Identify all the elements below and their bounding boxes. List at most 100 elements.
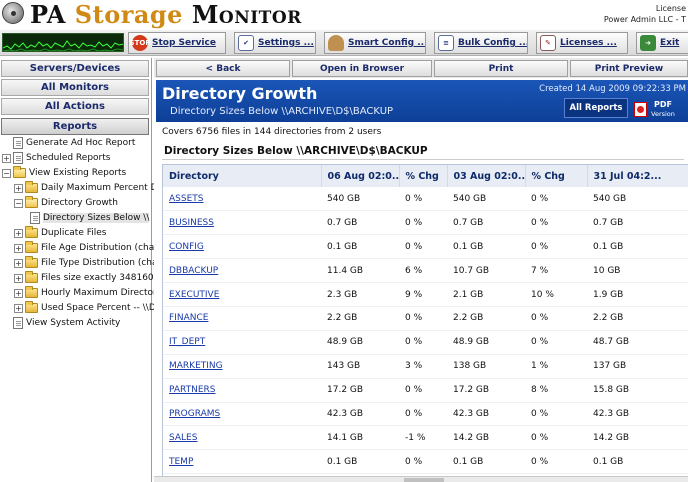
- tree-item-files-size-exactly[interactable]: + Files size exactly 348160, fi: [14, 271, 165, 285]
- nav-all-actions[interactable]: All Actions: [1, 98, 149, 115]
- directory-link[interactable]: PROGRAMS: [163, 402, 321, 427]
- table-cell: 0 %: [525, 210, 587, 236]
- directory-link[interactable]: CONFIG: [163, 234, 321, 260]
- tree-item-file-type-distribution[interactable]: + File Type Distribution (char: [14, 256, 161, 270]
- expand-toggle-icon[interactable]: +: [14, 258, 23, 268]
- expand-toggle-icon[interactable]: +: [2, 153, 11, 163]
- directory-link[interactable]: ASSETS: [163, 187, 321, 212]
- table-cell: 17.2 GB: [321, 378, 399, 403]
- pdf-version-label: PDF Version: [651, 100, 675, 119]
- print-preview-button[interactable]: Print Preview: [570, 60, 688, 77]
- expand-toggle-icon[interactable]: +: [14, 183, 23, 193]
- folder-icon: [25, 256, 38, 268]
- table-cell: 6 %: [399, 258, 447, 284]
- print-button[interactable]: Print: [434, 60, 568, 77]
- settings-button[interactable]: ✔ Settings ...: [234, 32, 316, 54]
- directory-link[interactable]: IT_DEPT: [163, 330, 321, 355]
- directory-link[interactable]: EXECUTIVE: [163, 282, 321, 307]
- exit-label: Exit: [660, 38, 680, 48]
- nav-servers-devices[interactable]: Servers/Devices: [1, 60, 149, 77]
- bulk-config-button[interactable]: ≡ Bulk Config ...: [434, 32, 528, 54]
- table-cell: 0 %: [399, 234, 447, 260]
- report-subtitle: Directory Sizes Below \\ARCHIVE\D$\BACKU…: [170, 106, 394, 117]
- smart-config-button[interactable]: Smart Config ...: [324, 32, 426, 54]
- collapse-toggle-icon[interactable]: −: [14, 198, 23, 208]
- table-cell: 0.1 GB: [321, 234, 399, 260]
- tree-item-daily-maximum-percent[interactable]: + Daily Maximum Percent Di: [14, 181, 160, 195]
- table-row: SALES 14.1 GB -1 % 14.2 GB 0 % 14.2 GB: [163, 425, 688, 451]
- directory-link[interactable]: PARTNERS: [163, 378, 321, 403]
- table-cell: 14.1 GB: [321, 425, 399, 451]
- tree-item-directory-sizes-below[interactable]: Directory Sizes Below \\: [30, 211, 150, 225]
- expand-toggle-icon[interactable]: +: [14, 243, 23, 253]
- licenses-label: Licenses ...: [560, 38, 617, 48]
- table-row: ASSETS 540 GB 0 % 540 GB 0 % 540 GB: [163, 187, 688, 212]
- table-cell: 42.3 GB: [587, 402, 688, 427]
- tree-item-directory-growth[interactable]: − Directory Growth: [14, 196, 118, 210]
- directory-link[interactable]: BUSINESS: [163, 210, 321, 236]
- folder-open-icon: [13, 166, 26, 178]
- tree-item-hourly-maximum-directory[interactable]: + Hourly Maximum Directory: [14, 286, 162, 300]
- tree-item-generate-ad-hoc[interactable]: Generate Ad Hoc Report: [2, 136, 135, 150]
- table-cell: 14.2 GB: [587, 425, 688, 451]
- column-header-03-aug[interactable]: 03 Aug 02:0...: [447, 165, 526, 187]
- report-summary: Covers 6756 files in 144 directories fro…: [162, 127, 382, 137]
- table-cell: 0 %: [525, 449, 587, 475]
- table-cell: 0.1 GB: [587, 449, 688, 475]
- directory-link[interactable]: FINANCE: [163, 306, 321, 331]
- column-header-06-aug[interactable]: 06 Aug 02:0...: [321, 165, 400, 187]
- column-header-pct-change-1[interactable]: % Chg: [399, 165, 448, 187]
- table-cell: 0.1 GB: [447, 234, 525, 260]
- directory-link[interactable]: MARKETING: [163, 354, 321, 379]
- tree-item-used-space-percent[interactable]: + Used Space Percent -- \\DI: [14, 301, 158, 315]
- column-header-31-jul[interactable]: 31 Jul 04:2...: [587, 165, 688, 187]
- back-button[interactable]: < Back: [156, 60, 290, 77]
- directory-link[interactable]: TEMP: [163, 449, 321, 475]
- table-cell: 3 %: [399, 354, 447, 379]
- directory-link[interactable]: DBBACKUP: [163, 258, 321, 284]
- nav-reports[interactable]: Reports: [1, 118, 149, 135]
- nav-all-monitors[interactable]: All Monitors: [1, 79, 149, 96]
- pdf-version-button[interactable]: PDF Version: [632, 98, 688, 120]
- table-row: DBBACKUP 11.4 GB 6 % 10.7 GB 7 % 10 GB: [163, 258, 688, 284]
- table-cell: 7 %: [525, 258, 587, 284]
- tree-item-scheduled-reports[interactable]: + Scheduled Reports: [2, 151, 110, 165]
- directory-sizes-table: Directory 06 Aug 02:0... % Chg 03 Aug 02…: [163, 165, 688, 481]
- tree-item-view-existing-reports[interactable]: − View Existing Reports: [2, 166, 126, 180]
- collapse-toggle-icon[interactable]: −: [2, 168, 11, 178]
- expand-toggle-icon[interactable]: +: [14, 288, 23, 298]
- expand-toggle-icon[interactable]: +: [14, 228, 23, 238]
- horizontal-scrollbar[interactable]: [154, 476, 688, 482]
- table-cell: 0.1 GB: [587, 234, 688, 260]
- section-title: Directory Sizes Below \\ARCHIVE\D$\BACKU…: [162, 142, 684, 160]
- column-header-directory[interactable]: Directory: [163, 165, 322, 187]
- exit-button[interactable]: ➜ Exit: [636, 32, 688, 54]
- pdf-icon: [634, 101, 647, 117]
- table-cell: 0 %: [399, 330, 447, 355]
- expand-toggle-icon[interactable]: +: [14, 273, 23, 283]
- table-cell: 540 GB: [321, 187, 399, 212]
- tree-item-file-age-distribution[interactable]: + File Age Distribution (chart: [14, 241, 161, 255]
- stop-service-button[interactable]: STOP Stop Service: [128, 32, 226, 54]
- table-cell: 0.7 GB: [321, 210, 399, 236]
- scrollbar-thumb[interactable]: [404, 478, 444, 482]
- licenses-button[interactable]: ✎ Licenses ...: [536, 32, 628, 54]
- folder-icon: [25, 241, 38, 253]
- all-reports-button[interactable]: All Reports: [564, 98, 628, 118]
- table-cell: 540 GB: [447, 187, 525, 212]
- table-cell: 0 %: [399, 187, 447, 212]
- report-header: Directory Growth Directory Sizes Below \…: [156, 80, 688, 122]
- tree-item-label: Directory Growth: [41, 198, 118, 208]
- tree-item-view-system-activity[interactable]: View System Activity: [2, 316, 120, 330]
- table-cell: 0.7 GB: [587, 210, 688, 236]
- table-cell: 0.1 GB: [447, 449, 525, 475]
- directory-link[interactable]: SALES: [163, 425, 321, 451]
- table-cell: 2.1 GB: [447, 282, 525, 307]
- report-toolbar: < Back Open in Browser Print Print Previ…: [154, 58, 688, 78]
- tree-item-duplicate-files[interactable]: + Duplicate Files: [14, 226, 107, 240]
- column-header-pct-change-2[interactable]: % Chg: [525, 165, 588, 187]
- expand-toggle-icon[interactable]: +: [14, 303, 23, 313]
- open-in-browser-button[interactable]: Open in Browser: [292, 60, 432, 77]
- table-cell: 0 %: [525, 330, 587, 355]
- user-icon: [328, 35, 344, 51]
